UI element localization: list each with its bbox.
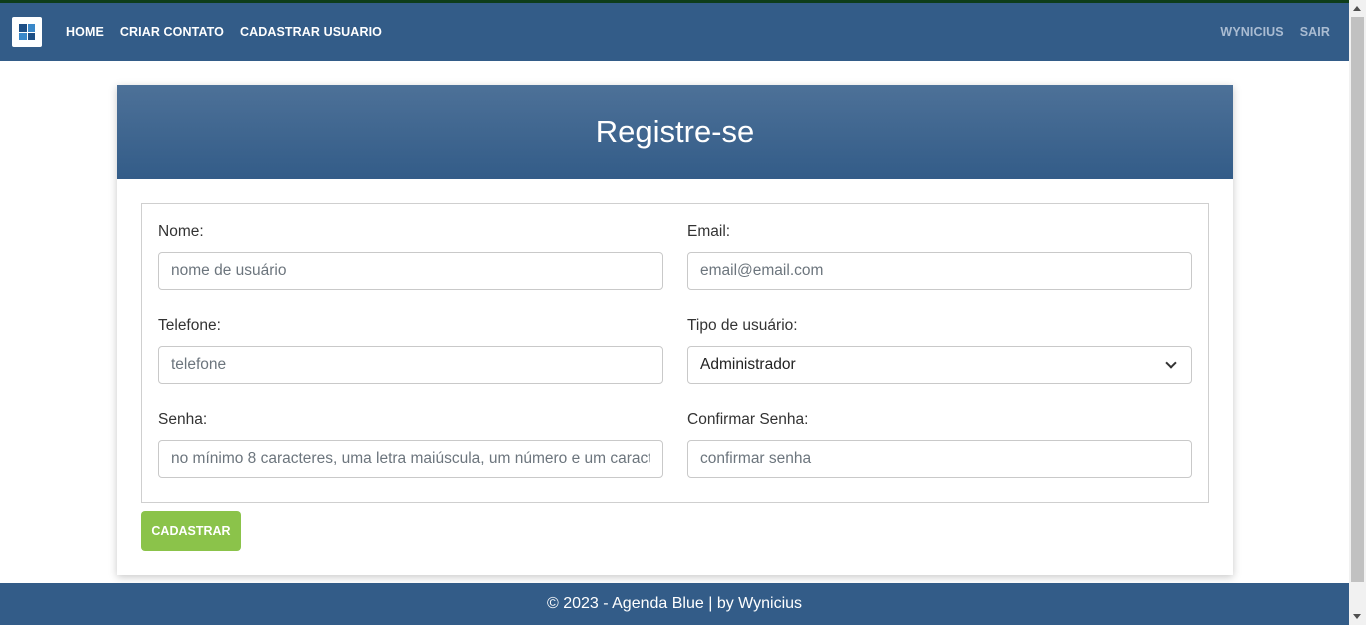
telefone-label: Telefone:	[158, 317, 221, 334]
footer: © 2023 - Agenda Blue | by Wynicius	[0, 583, 1349, 625]
field-confirmar-senha: Confirmar Senha:	[687, 411, 1192, 478]
chevron-down-icon	[1165, 357, 1177, 369]
nav-links: HOME CRIAR CONTATO CADASTRAR USUARIO	[66, 3, 382, 61]
scroll-down-icon[interactable]	[1353, 614, 1361, 619]
navbar: HOME CRIAR CONTATO CADASTRAR USUARIO WYN…	[0, 3, 1349, 61]
scrollbar-thumb[interactable]	[1351, 17, 1364, 582]
confirmar-senha-label: Confirmar Senha:	[687, 411, 809, 428]
telefone-input[interactable]	[158, 346, 663, 384]
nav-link-criar-contato[interactable]: CRIAR CONTATO	[120, 25, 224, 39]
field-nome: Nome:	[158, 223, 663, 290]
nav-link-home[interactable]: HOME	[66, 25, 104, 39]
card-header: Registre-se	[117, 85, 1233, 179]
nav-user-area: WYNICIUS SAIR	[1220, 3, 1330, 61]
tipo-usuario-selected: Administrador	[700, 356, 796, 373]
senha-label: Senha:	[158, 411, 208, 428]
register-form-fieldset: Nome: Email: Telefone: Tipo de usuário: …	[141, 203, 1209, 503]
field-senha: Senha:	[158, 411, 663, 478]
footer-text: © 2023 - Agenda Blue | by Wynicius	[546, 595, 803, 612]
cadastrar-button[interactable]: CADASTRAR	[141, 511, 241, 551]
email-label: Email:	[687, 223, 731, 240]
tipo-usuario-label: Tipo de usuário:	[687, 317, 798, 334]
nav-user-name[interactable]: WYNICIUS	[1220, 25, 1283, 39]
email-input[interactable]	[687, 252, 1192, 290]
field-telefone: Telefone:	[158, 317, 663, 384]
tipo-usuario-select[interactable]: Administrador	[687, 346, 1192, 384]
nome-label: Nome:	[158, 223, 204, 240]
logout-link[interactable]: SAIR	[1300, 25, 1330, 39]
senha-input[interactable]	[158, 440, 663, 478]
register-card: Registre-se Nome: Email: Telefone: Tipo …	[117, 85, 1233, 575]
nome-input[interactable]	[158, 252, 663, 290]
field-tipo-usuario: Tipo de usuário: Administrador	[687, 317, 1192, 384]
scroll-up-icon[interactable]	[1353, 6, 1361, 11]
field-email: Email:	[687, 223, 1192, 290]
page-title: Registre-se	[595, 114, 755, 149]
scrollbar[interactable]	[1349, 0, 1366, 625]
app-logo-icon[interactable]	[12, 17, 42, 47]
nav-link-cadastrar-usuario[interactable]: CADASTRAR USUARIO	[240, 25, 382, 39]
confirmar-senha-input[interactable]	[687, 440, 1192, 478]
